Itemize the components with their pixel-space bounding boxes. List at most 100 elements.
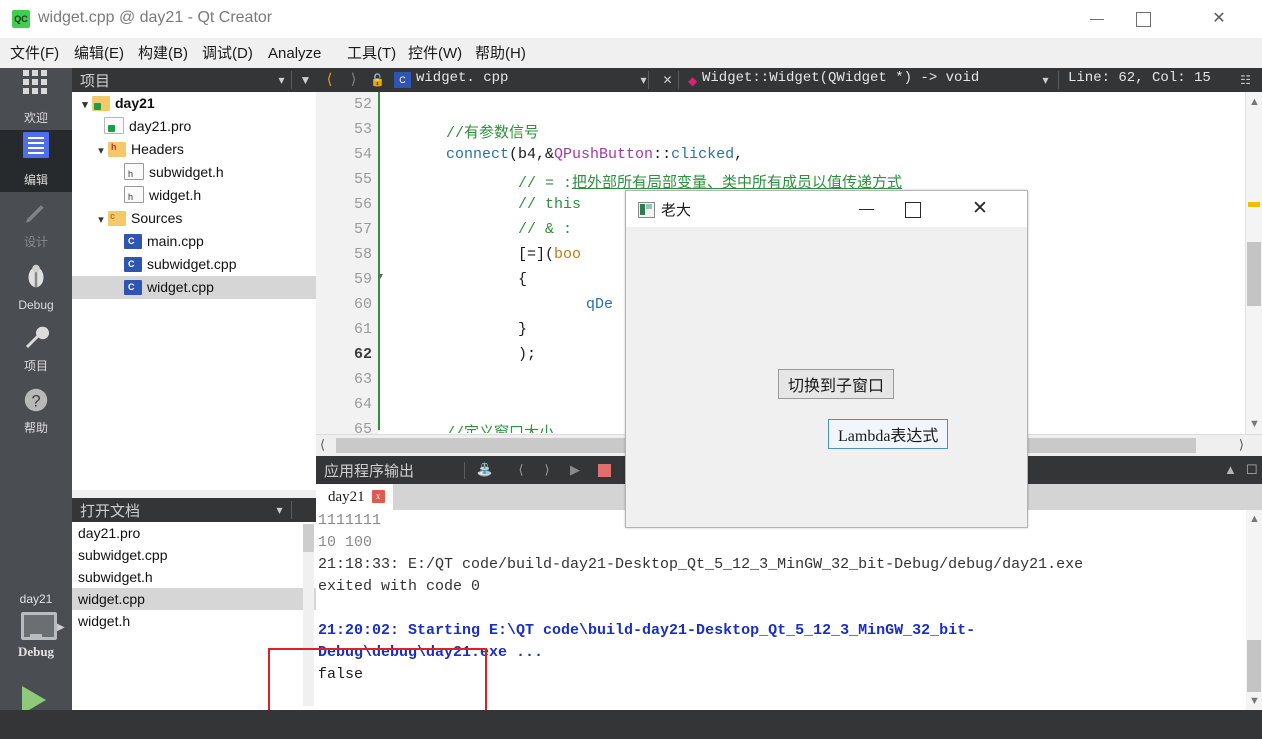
line-number: 54	[353, 146, 372, 163]
tree-item-subwidget-cpp[interactable]: subwidget.cpp	[72, 253, 316, 276]
tree-item-label: day21	[115, 95, 155, 111]
scrollbar-thumb[interactable]	[303, 524, 314, 552]
scroll-left-icon[interactable]: ⟨	[320, 437, 325, 453]
cpp-file-icon	[124, 234, 142, 249]
output-pane-title: 应用程序输出	[324, 463, 415, 480]
next-icon[interactable]: ⟩	[538, 462, 556, 479]
editor-vertical-scrollbar[interactable]: ▲ ▼	[1245, 92, 1262, 434]
chevron-down-icon[interactable]: ▾	[94, 209, 108, 232]
project-tree[interactable]: ▾ day21 day21.pro ▾ Headers subwidget.h wi…	[72, 92, 316, 490]
maximize-pane-icon[interactable]: ☐	[1246, 462, 1258, 478]
collapse-icon[interactable]: ▲	[1224, 462, 1237, 477]
app-window-icon	[638, 202, 655, 218]
chevron-down-icon[interactable]: ▾	[94, 140, 108, 163]
prev-icon[interactable]: ⟨	[512, 462, 530, 479]
code-line-54: connect(b4,&QPushButton::clicked,	[446, 146, 744, 163]
list-item[interactable]: subwidget.h	[72, 566, 316, 588]
menu-debug[interactable]: 调试(D)	[202, 43, 253, 65]
line-number: 57	[353, 221, 372, 238]
app-maximize-button[interactable]	[889, 191, 935, 226]
close-icon[interactable]: ✕	[658, 71, 677, 89]
filter-icon[interactable]: ▼	[296, 71, 315, 89]
output-vertical-scrollbar[interactable]: ▲ ▼	[1246, 510, 1262, 710]
chevron-down-icon[interactable]: ▾	[634, 71, 653, 89]
open-documents-title: 打开文档	[80, 503, 141, 520]
mode-debug[interactable]: Debug	[0, 254, 72, 316]
menu-tools[interactable]: 工具(T)	[347, 43, 396, 65]
chevron-down-icon[interactable]: ▾	[270, 501, 289, 519]
clean-icon[interactable]: ⛲	[476, 462, 494, 479]
mode-welcome[interactable]: 欢迎	[0, 68, 72, 130]
menu-widgets[interactable]: 控件(W)	[408, 43, 462, 65]
title-bar: QC widget.cpp @ day21 - Qt Creator ✕	[0, 0, 1262, 39]
output-line: 1111111	[318, 512, 382, 529]
menu-file[interactable]: 文件(F)	[10, 43, 59, 65]
chevron-down-icon[interactable]: ▾	[272, 71, 291, 89]
bug-icon	[28, 264, 44, 288]
forward-arrow-icon[interactable]: ⟩	[344, 71, 363, 89]
window-close-button[interactable]: ✕	[1196, 0, 1242, 37]
mode-debug-label: Debug	[18, 298, 54, 312]
scroll-right-icon[interactable]: ⟩	[1239, 437, 1244, 453]
editor-file-tab[interactable]: widget. cpp	[416, 70, 508, 86]
cursor-position-label: Line: 62, Col: 15	[1068, 70, 1211, 86]
tree-item-widget-cpp[interactable]: widget.cpp	[72, 276, 316, 299]
editor-symbol-selector[interactable]: Widget::Widget(QWidget *) -> void	[702, 70, 979, 86]
chevron-down-icon[interactable]: ▾	[78, 94, 92, 117]
chevron-right-icon: ▶	[57, 622, 65, 633]
output-tab-day21[interactable]: day21 x	[316, 484, 393, 510]
tree-item-headers[interactable]: ▾ Headers	[72, 136, 316, 163]
scroll-down-icon[interactable]: ▼	[1249, 418, 1260, 430]
app-window-title-bar: 老大 ✕	[626, 191, 1027, 227]
switch-to-subwindow-button[interactable]: 切换到子窗口	[778, 369, 895, 399]
tree-item-day21[interactable]: ▾ day21	[72, 92, 316, 115]
menu-edit[interactable]: 编辑(E)	[74, 43, 124, 65]
output-line: 10 100	[318, 534, 373, 551]
chevron-down-icon[interactable]: ▾	[1036, 71, 1055, 89]
list-item[interactable]: widget.cpp	[72, 588, 316, 610]
code-line-56: // this	[518, 196, 582, 213]
output-line: exited with code 0	[318, 578, 481, 595]
fold-marker-icon[interactable]: ▾	[378, 271, 383, 282]
mode-edit[interactable]: 编辑	[0, 130, 72, 192]
mode-help[interactable]: ? 帮助	[0, 378, 72, 440]
scrollbar-thumb[interactable]	[1247, 640, 1261, 692]
menu-analyze[interactable]: Analyze	[268, 43, 321, 65]
pro-file-icon	[104, 117, 124, 134]
scroll-up-icon[interactable]: ▲	[1249, 96, 1260, 108]
code-line-65: //定义窗口大小	[446, 421, 554, 433]
lambda-expression-button[interactable]: Lambda表达式	[828, 419, 949, 449]
scrollbar-thumb[interactable]	[1247, 242, 1261, 306]
list-item[interactable]: subwidget.cpp	[72, 544, 316, 566]
app-close-button[interactable]: ✕	[957, 191, 1003, 226]
running-app-window[interactable]: 老大 ✕ 切换到子窗口 Lambda表达式	[625, 190, 1028, 528]
list-item[interactable]: widget.h	[72, 610, 316, 632]
qt-folder-icon	[92, 96, 110, 111]
back-arrow-icon[interactable]: ⟨	[320, 71, 339, 89]
tree-item-label: widget.h	[149, 187, 202, 203]
code-line-61: }	[518, 321, 528, 338]
mode-design[interactable]: 设计	[0, 192, 72, 254]
tree-item-subwidget-h[interactable]: subwidget.h	[72, 161, 316, 186]
tree-item-widget-h[interactable]: widget.h	[72, 184, 316, 209]
unlock-icon[interactable]: 🔓	[368, 71, 387, 89]
split-editor-icon[interactable]: ☷	[1236, 71, 1255, 89]
window-maximize-button[interactable]	[1120, 0, 1166, 37]
window-minimize-button[interactable]	[1074, 0, 1120, 37]
scroll-up-icon[interactable]: ▲	[1249, 513, 1260, 525]
play-icon[interactable]: ▶	[566, 462, 584, 479]
close-icon[interactable]: x	[371, 490, 385, 503]
scroll-down-icon[interactable]: ▼	[1249, 695, 1260, 707]
tree-item-sources[interactable]: ▾ Sources	[72, 205, 316, 232]
stop-icon[interactable]	[598, 464, 611, 477]
menu-build[interactable]: 构建(B)	[138, 43, 188, 65]
code-line-58: [=](boo	[518, 246, 582, 263]
tree-item-main-cpp[interactable]: main.cpp	[72, 230, 316, 253]
line-number: 52	[353, 96, 372, 113]
menu-help[interactable]: 帮助(H)	[475, 43, 526, 65]
tree-item-day21-pro[interactable]: day21.pro	[72, 115, 316, 138]
line-number-current: 62	[353, 346, 372, 363]
mode-projects[interactable]: 项目	[0, 316, 72, 378]
app-minimize-button[interactable]	[843, 191, 889, 226]
list-item[interactable]: day21.pro	[72, 522, 316, 544]
